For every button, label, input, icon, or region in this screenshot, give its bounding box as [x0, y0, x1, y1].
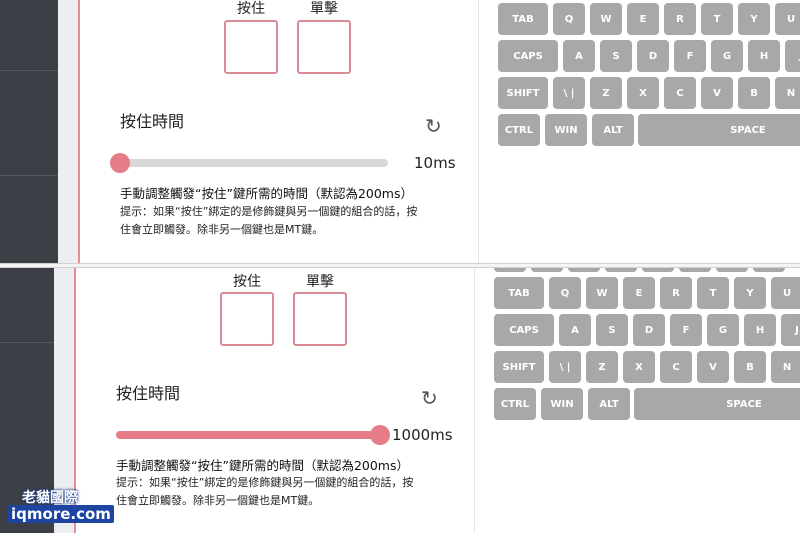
- key-a[interactable]: A: [559, 314, 591, 346]
- key-a[interactable]: A: [563, 40, 595, 72]
- key-e[interactable]: E: [623, 277, 655, 309]
- key-t[interactable]: T: [701, 3, 733, 35]
- key-h[interactable]: H: [744, 314, 776, 346]
- watermark-text: 老貓國際: [22, 490, 78, 506]
- key-u[interactable]: U: [775, 3, 800, 35]
- key-tab[interactable]: TAB: [498, 3, 548, 35]
- key-d[interactable]: D: [637, 40, 669, 72]
- key-t[interactable]: T: [697, 277, 729, 309]
- key-partial[interactable]: [679, 268, 711, 272]
- key-partial[interactable]: [605, 268, 637, 272]
- key-b[interactable]: B: [738, 77, 770, 109]
- key-w[interactable]: W: [586, 277, 618, 309]
- key-u[interactable]: U: [771, 277, 800, 309]
- key-q[interactable]: Q: [549, 277, 581, 309]
- key-b[interactable]: B: [734, 351, 766, 383]
- key-space[interactable]: SPACE: [634, 388, 800, 420]
- key-n[interactable]: N: [771, 351, 800, 383]
- bottom-panel: 按住 單擊 按住時間 ↻ 1000ms 手動調整觸發“按住”鍵所需的時間（默認為…: [0, 268, 800, 533]
- key-partial[interactable]: [531, 268, 563, 272]
- key-r[interactable]: R: [660, 277, 692, 309]
- key-j[interactable]: J: [781, 314, 800, 346]
- key-s[interactable]: S: [596, 314, 628, 346]
- key-j[interactable]: J: [785, 40, 800, 72]
- key-shift[interactable]: SHIFT: [494, 351, 544, 383]
- key-win[interactable]: WIN: [545, 114, 587, 146]
- key-backslash[interactable]: \ |: [553, 77, 585, 109]
- key-c[interactable]: C: [660, 351, 692, 383]
- key-v[interactable]: V: [701, 77, 733, 109]
- key-c[interactable]: C: [664, 77, 696, 109]
- key-space[interactable]: SPACE: [638, 114, 800, 146]
- key-shift[interactable]: SHIFT: [498, 77, 548, 109]
- key-y[interactable]: Y: [734, 277, 766, 309]
- key-v[interactable]: V: [697, 351, 729, 383]
- virtual-keyboard: TABQWERTYU CAPSASDFGHJ SHIFT\ |ZXCVBN CTRLW…: [0, 268, 800, 533]
- key-partial[interactable]: [753, 268, 785, 272]
- key-backslash[interactable]: \ |: [549, 351, 581, 383]
- key-e[interactable]: E: [627, 3, 659, 35]
- key-win[interactable]: WIN: [541, 388, 583, 420]
- key-z[interactable]: Z: [590, 77, 622, 109]
- key-z[interactable]: Z: [586, 351, 618, 383]
- key-d[interactable]: D: [633, 314, 665, 346]
- key-g[interactable]: G: [707, 314, 739, 346]
- key-partial[interactable]: [642, 268, 674, 272]
- key-ctrl[interactable]: CTRL: [494, 388, 536, 420]
- key-caps[interactable]: CAPS: [494, 314, 554, 346]
- key-caps[interactable]: CAPS: [498, 40, 558, 72]
- key-ctrl[interactable]: CTRL: [498, 114, 540, 146]
- key-s[interactable]: S: [600, 40, 632, 72]
- key-h[interactable]: H: [748, 40, 780, 72]
- key-n[interactable]: N: [775, 77, 800, 109]
- key-q[interactable]: Q: [553, 3, 585, 35]
- key-r[interactable]: R: [664, 3, 696, 35]
- key-g[interactable]: G: [711, 40, 743, 72]
- key-x[interactable]: X: [623, 351, 655, 383]
- key-partial[interactable]: [716, 268, 748, 272]
- key-y[interactable]: Y: [738, 3, 770, 35]
- key-partial[interactable]: [494, 268, 526, 272]
- key-tab[interactable]: TAB: [494, 277, 544, 309]
- key-w[interactable]: W: [590, 3, 622, 35]
- key-x[interactable]: X: [627, 77, 659, 109]
- key-f[interactable]: F: [670, 314, 702, 346]
- watermark-url: iqmore.com: [8, 505, 114, 523]
- key-alt[interactable]: ALT: [588, 388, 630, 420]
- key-f[interactable]: F: [674, 40, 706, 72]
- key-partial[interactable]: [568, 268, 600, 272]
- top-panel: 按住 單擊 按住時間 ↻ 10ms 手動調整觸發“按住”鍵所需的時間（默認為20…: [0, 0, 800, 265]
- key-alt[interactable]: ALT: [592, 114, 634, 146]
- virtual-keyboard: TABQWERTYU CAPSASDFGHJ SHIFT\ |ZXCVBN CTRLW…: [0, 0, 800, 265]
